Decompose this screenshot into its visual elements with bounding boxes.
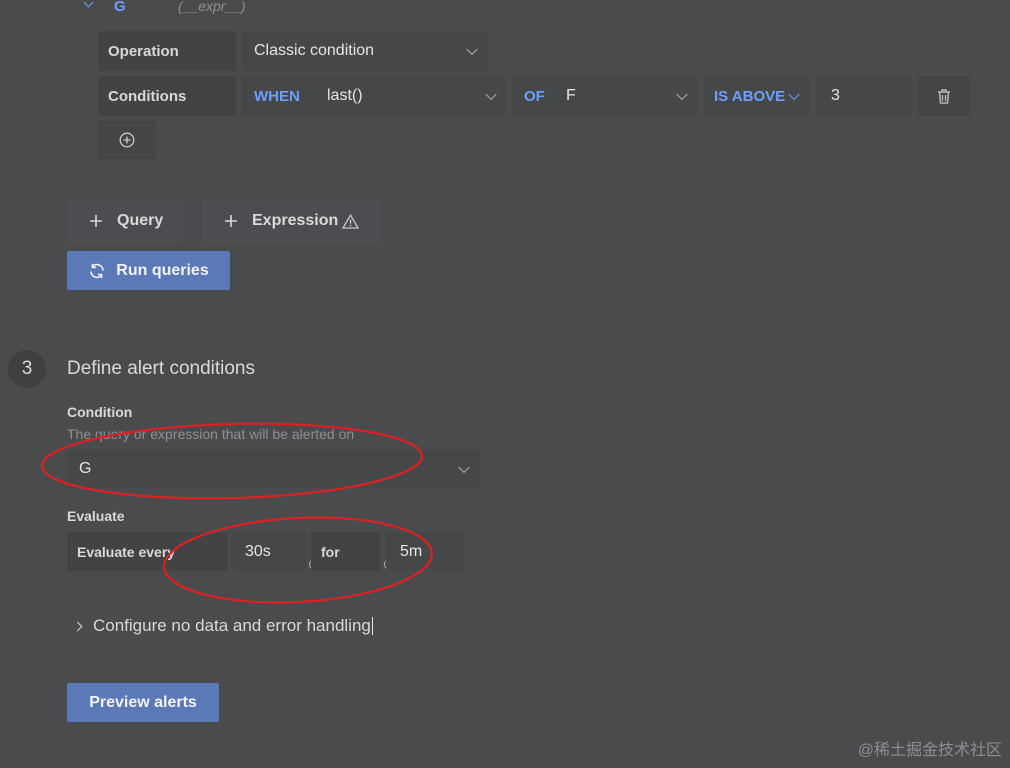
annotation-overlay <box>40 422 433 604</box>
annotation-ellipse-condition <box>40 422 424 500</box>
watermark: @稀土掘金技术社区 <box>857 742 1002 759</box>
annotation-ellipse-evaluate <box>163 516 433 604</box>
